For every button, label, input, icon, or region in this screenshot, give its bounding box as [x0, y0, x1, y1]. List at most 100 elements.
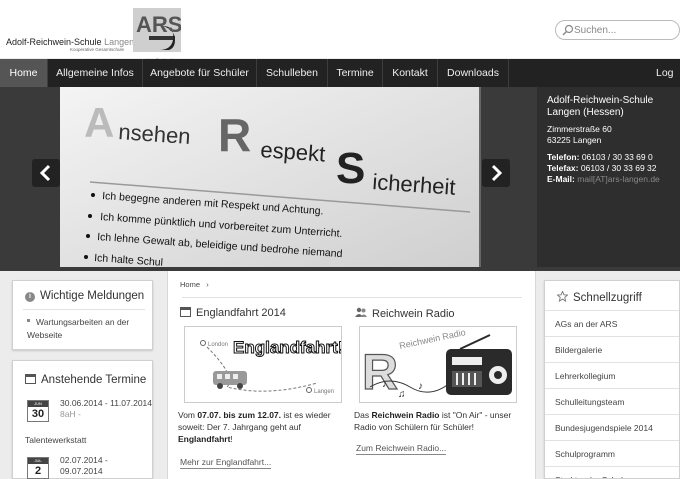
- article-title-row[interactable]: Reichwein Radio: [355, 307, 455, 320]
- calendar-icon: [25, 374, 36, 384]
- slider-next-button[interactable]: [482, 159, 510, 187]
- event-item[interactable]: JUN 30 30.06.2014 - 11.07.2014 8aH -: [27, 398, 153, 422]
- contact-panel: Adolf-Reichwein-Schule Langen (Hessen) Z…: [537, 87, 680, 267]
- nav-angebote[interactable]: Angebote für Schüler: [143, 59, 257, 87]
- contact-fax-label: Telefax:: [547, 163, 579, 173]
- article-title-row[interactable]: Englandfahrt 2014: [180, 307, 286, 319]
- nav-login[interactable]: Log: [656, 59, 680, 87]
- radio-text: Das Reichwein Radio ist "On Air" - unser…: [354, 409, 524, 433]
- breadcrumb-divider: [182, 297, 522, 298]
- date-icon-day: 2: [34, 465, 42, 477]
- radio-text-name: Reichwein Radio: [371, 410, 440, 420]
- quick-link-schulprogramm[interactable]: Schulprogramm: [545, 440, 679, 466]
- termine-title-row: Anstehende Termine: [25, 374, 146, 386]
- event-class: 8aH -: [60, 409, 81, 419]
- school-logo[interactable]: ARS: [133, 8, 181, 60]
- contact-phone: 06103 / 30 33 69 0: [581, 152, 653, 162]
- meldungen-title: Wichtige Meldungen: [40, 290, 145, 302]
- chevron-left-icon: [39, 164, 51, 182]
- reichwein-radio-image[interactable]: R Reichwein Radio ♪ ♫ ♪: [359, 326, 517, 403]
- contact-mail-link[interactable]: mail[AT]ars-langen.de: [577, 174, 660, 184]
- englandfahrt-text-d: Englandfahrt: [178, 434, 231, 444]
- englandfahrt-text-date: 07.07. bis zum 12.07.: [197, 410, 282, 420]
- search-icon: [562, 24, 574, 36]
- radio-text-a: Das: [354, 410, 372, 420]
- englandfahrt-text: Vom 07.07. bis zum 12.07. ist es wieder …: [178, 409, 348, 445]
- quick-link-schulleitungsteam[interactable]: Schulleitungsteam: [545, 388, 679, 414]
- event-item[interactable]: JUL 2 02.07.2014 - 09.07.2014: [27, 455, 152, 479]
- bullet-icon: [27, 319, 30, 322]
- article-title: Reichwein Radio: [372, 308, 455, 320]
- site-name-main: Adolf-Reichwein-Schule: [6, 37, 102, 47]
- nav-allgemeine-infos[interactable]: Allgemeine Infos: [48, 59, 143, 87]
- event-range: 02.07.2014 - 09.07.2014: [60, 455, 108, 476]
- englandfahrt-image-title: Englandfahrt! 2014: [233, 338, 342, 357]
- quick-link-bildergalerie[interactable]: Bildergalerie: [545, 336, 679, 362]
- nav-kontakt[interactable]: Kontakt: [383, 59, 438, 87]
- date-icon: JUL 2: [27, 457, 49, 479]
- main-content: Home › Englandfahrt 2014 Englandfahrt! 2…: [167, 271, 536, 479]
- englandfahrt-text-e: !: [230, 434, 233, 444]
- users-icon: [355, 307, 367, 317]
- radio-illustration: R Reichwein Radio ♪ ♫ ♪: [360, 327, 516, 402]
- schnellzugriff-title: Schnellzugriff: [573, 292, 642, 304]
- article-title: Englandfahrt 2014: [196, 307, 286, 319]
- meldungen-title-row: i Wichtige Meldungen: [25, 290, 144, 302]
- contact-city: 63225 Langen: [547, 135, 602, 145]
- contact-mail-label: E-Mail:: [547, 174, 575, 184]
- search-input[interactable]: [574, 23, 669, 37]
- site-header: Adolf-Reichwein-Schule Langen Kooperativ…: [0, 0, 680, 63]
- meldungen-box: i Wichtige Meldungen Wartungsarbeiten an …: [12, 280, 153, 350]
- schnellzugriff-title-row: Schnellzugriff: [556, 290, 642, 304]
- event-range: 30.06.2014 - 11.07.2014: [60, 398, 153, 408]
- event-name[interactable]: Talentewerkstatt: [25, 435, 150, 446]
- nav-downloads[interactable]: Downloads: [438, 59, 509, 87]
- date-icon: JUN 30: [27, 400, 49, 422]
- star-icon: [556, 290, 569, 303]
- date-icon-day: 30: [31, 408, 45, 420]
- quick-link-struktur[interactable]: Struktur der Schule: [545, 466, 679, 478]
- meldung-item-label: Wartungsarbeiten an der Webseite: [27, 317, 130, 340]
- hero-word-ansehen: nsehen: [118, 119, 192, 149]
- svg-text:♪: ♪: [418, 381, 423, 392]
- chevron-right-icon: [491, 164, 503, 182]
- site-name[interactable]: Adolf-Reichwein-Schule Langen: [6, 37, 134, 47]
- hero-initial-s: S: [336, 144, 365, 193]
- englandfahrt-illustration: Englandfahrt! 2014 London Langen: [185, 327, 342, 402]
- breadcrumb-home[interactable]: Home: [180, 280, 200, 289]
- search-box[interactable]: [555, 20, 680, 40]
- quick-link-bundesjugendspiele[interactable]: Bundesjugendspiele 2014: [545, 414, 679, 440]
- hero-image: A R S nsehen espekt icherheit Ich begegn…: [0, 87, 537, 267]
- englandfahrt-image[interactable]: Englandfahrt! 2014 London Langen: [184, 326, 342, 403]
- hero-slider[interactable]: A R S nsehen espekt icherheit Ich begegn…: [0, 87, 537, 267]
- quick-link-lehrerkollegium[interactable]: Lehrerkollegium: [545, 362, 679, 388]
- contact-phone-label: Telefon:: [547, 152, 580, 162]
- radio-more-link[interactable]: Zum Reichwein Radio...: [356, 443, 447, 455]
- svg-text:R: R: [362, 344, 398, 400]
- nav-schulleben[interactable]: Schulleben: [257, 59, 328, 87]
- quick-link-ags[interactable]: AGs an der ARS: [545, 310, 679, 336]
- breadcrumb: Home ›: [180, 280, 209, 289]
- slider-prev-button[interactable]: [32, 159, 60, 187]
- hero-word-respekt: espekt: [260, 137, 326, 166]
- svg-text:♪: ♪: [382, 379, 387, 390]
- contact-title: Adolf-Reichwein-Schule Langen (Hessen): [547, 95, 654, 118]
- meldung-item[interactable]: Wartungsarbeiten an der Webseite: [27, 316, 147, 342]
- englandfahrt-more-link[interactable]: Mehr zur Englandfahrt...: [180, 457, 272, 469]
- contact-street: Zimmerstraße 60: [547, 124, 612, 134]
- nav-termine[interactable]: Termine: [328, 59, 383, 87]
- main-nav: Home Allgemeine Infos Angebote für Schül…: [0, 59, 680, 87]
- logo-text: ARS: [136, 12, 181, 37]
- divider: [23, 309, 145, 310]
- nav-home[interactable]: Home: [0, 59, 48, 87]
- hero-initial-a: A: [84, 99, 114, 146]
- termine-box: Anstehende Termine JUN 30 30.06.2014 - 1…: [12, 360, 153, 479]
- termine-title: Anstehende Termine: [41, 374, 147, 386]
- contact-fax: 06103 / 30 33 69 32: [580, 163, 657, 173]
- contact-phone-row: Telefon: 06103 / 30 33 69 0: [547, 152, 680, 163]
- hero-initial-r: R: [218, 109, 251, 161]
- contact-fax-row: Telefax: 06103 / 30 33 69 32: [547, 163, 680, 174]
- breadcrumb-separator-icon: ›: [202, 280, 209, 289]
- calendar-icon: [180, 307, 191, 317]
- site-name-town: Langen: [104, 37, 135, 47]
